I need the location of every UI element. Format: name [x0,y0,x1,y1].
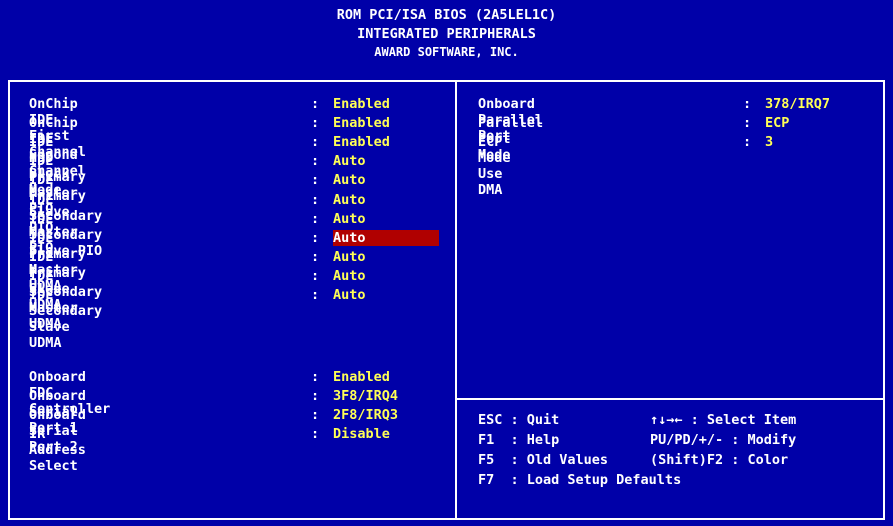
setting-separator: : [311,172,320,189]
setting-separator: : [743,115,752,131]
setting-separator: : [311,115,320,132]
setting-value[interactable]: Auto [333,153,366,169]
setting-separator: : [311,96,320,112]
setting-separator: : [743,96,752,112]
setting-value[interactable]: ECP [765,115,789,131]
setting-value[interactable]: Disable [333,426,390,442]
setting-value[interactable]: 3 [765,134,773,150]
frame-bottom-border [8,518,885,520]
help-esc-quit: ESC : Quit [478,412,560,428]
setting-value[interactable]: Enabled [333,369,390,385]
frame-left-border [8,80,10,520]
setting-value[interactable]: Enabled [333,96,390,112]
setting-label: ECP Mode Use DMA [478,134,511,198]
setting-value-selected[interactable]: Auto [333,229,439,246]
frame-top-border [8,80,885,82]
help-divider [455,398,885,400]
setting-separator: : [311,153,320,170]
setting-value[interactable]: Auto [333,287,366,303]
help-f5: F5 : Old Values [478,452,609,468]
setting-separator: : [311,407,320,423]
setting-label: IR Address Select [29,426,86,474]
help-color: (Shift)F2 : Color [650,452,789,468]
setting-separator: : [311,248,320,265]
setting-value[interactable]: Enabled [333,115,390,131]
frame-right-border [883,80,885,520]
setting-separator: : [311,210,320,227]
setting-separator: : [311,229,320,246]
frame-divider [455,80,457,520]
setting-separator: : [311,267,320,284]
setting-value[interactable]: Auto [333,268,366,284]
page-title: INTEGRATED PERIPHERALS [357,26,536,42]
setting-value[interactable]: 2F8/IRQ3 [333,407,398,423]
setting-value[interactable]: 3F8/IRQ4 [333,388,398,404]
vendor-name: AWARD SOFTWARE, INC. [374,45,519,59]
help-select-item: ↑↓→← : Select Item [650,412,797,428]
setting-value[interactable]: Auto [333,211,366,227]
help-f7: F7 : Load Setup Defaults [478,472,682,488]
setting-separator: : [311,369,320,385]
setting-separator: : [743,134,752,150]
setting-value[interactable]: Auto [333,192,366,208]
setting-separator: : [311,388,320,404]
setting-value[interactable]: Enabled [333,134,390,150]
bios-screen: ROM PCI/ISA BIOS (2A5LEL1C) INTEGRATED P… [0,0,893,526]
setting-separator: : [311,191,320,208]
setting-separator: : [311,134,320,151]
setting-value[interactable]: Auto [333,249,366,265]
bios-title: ROM PCI/ISA BIOS (2A5LEL1C) [336,7,557,23]
setting-value[interactable]: 378/IRQ7 [765,96,830,112]
help-modify: PU/PD/+/- : Modify [650,432,797,448]
help-f1: F1 : Help [478,432,560,448]
setting-separator: : [311,287,320,303]
setting-separator: : [311,426,320,442]
setting-label: IDE Secondary Slave UDMA [29,287,103,351]
setting-value[interactable]: Auto [333,172,366,188]
